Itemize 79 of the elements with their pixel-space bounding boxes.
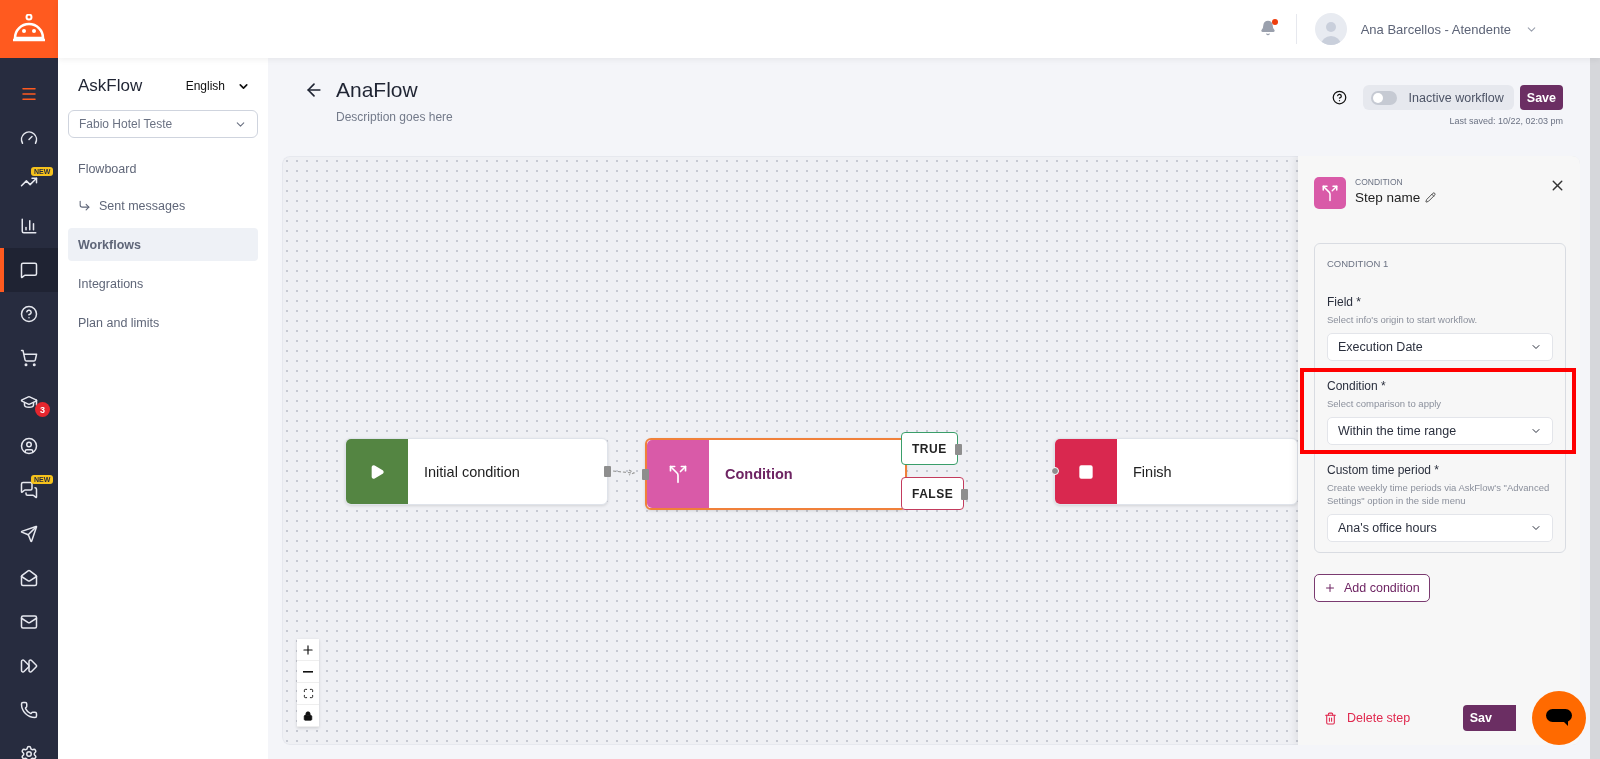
- minus-icon: [303, 670, 313, 673]
- property-select[interactable]: Fabio Hotel Teste: [68, 110, 258, 138]
- input-port[interactable]: [642, 469, 649, 480]
- trash-icon: [1324, 711, 1337, 725]
- lock-icon: [303, 710, 313, 721]
- select-field[interactable]: Ana's office hours: [1327, 514, 1553, 542]
- fit-view-button[interactable]: [297, 683, 319, 705]
- chats-icon: [20, 481, 38, 499]
- fit-view-icon: [302, 688, 314, 699]
- plus-icon: [1324, 582, 1336, 594]
- fast-forward-icon: [20, 657, 38, 675]
- bot-logo-icon: [12, 14, 46, 44]
- field-hint: Select comparison to apply: [1327, 397, 1443, 410]
- play-icon: [369, 463, 385, 480]
- rail-item[interactable]: 3: [0, 380, 58, 424]
- cart-icon: [20, 349, 38, 367]
- field-label: Condition *: [1327, 379, 1387, 393]
- menu-icon: [20, 85, 38, 103]
- flow-node[interactable]: Initial condition: [345, 438, 608, 505]
- step-type: CONDITION: [1355, 177, 1404, 187]
- nav-item[interactable]: Integrations: [68, 267, 258, 300]
- scrollbar[interactable]: [1590, 58, 1600, 759]
- step-name: Step name: [1355, 190, 1421, 205]
- page-description: Description goes here: [336, 110, 453, 124]
- nav-item[interactable]: Plan and limits: [68, 306, 258, 339]
- graduation-cap-icon: [20, 393, 38, 411]
- field-label: Field *: [1327, 295, 1362, 309]
- output-port[interactable]: [961, 489, 969, 500]
- phone-icon: [20, 701, 38, 719]
- last-saved: Last saved: 10/22, 02:03 pm: [1449, 116, 1563, 126]
- help-icon: [20, 305, 38, 323]
- add-condition-button[interactable]: Add condition: [1314, 574, 1430, 602]
- settings-icon: [20, 745, 38, 759]
- field-hint: Create weekly time periods via AskFlow's "Advanced Settings" option in the side menu: [1327, 481, 1551, 507]
- branch-label: FALSE: [912, 486, 954, 501]
- condition-title: CONDITION 1: [1327, 258, 1390, 269]
- flow-node[interactable]: Condition: [645, 438, 907, 510]
- input-port[interactable]: [1051, 467, 1059, 475]
- logo[interactable]: [0, 0, 58, 58]
- workflow-toggle[interactable]: Inactive workflow: [1362, 85, 1514, 110]
- zoom-out-button[interactable]: [297, 661, 319, 683]
- branch-output[interactable]: FALSE: [901, 477, 965, 510]
- edit-icon[interactable]: [1425, 192, 1437, 203]
- language-select[interactable]: English: [185, 79, 250, 93]
- bell-icon[interactable]: [1259, 20, 1276, 36]
- lock-button[interactable]: [297, 705, 319, 727]
- send-icon: [20, 525, 38, 543]
- zoom-in-button[interactable]: [297, 639, 319, 661]
- chat-icon: [20, 261, 38, 279]
- branch-label: TRUE: [912, 441, 947, 456]
- open-envelope-icon: [20, 569, 38, 587]
- user-icon: [20, 437, 38, 455]
- delete-step-button[interactable]: Delete step: [1314, 711, 1411, 725]
- sub-item-arrow-icon: [78, 199, 91, 212]
- nav-item[interactable]: Flowboard: [68, 152, 258, 185]
- split-icon: [1314, 177, 1346, 209]
- plus-icon: [301, 642, 315, 657]
- envelope-icon: [20, 613, 38, 631]
- page-title: AnaFlow: [336, 78, 418, 102]
- app-name: AskFlow: [78, 76, 143, 96]
- flow-node[interactable]: Finish: [1054, 438, 1298, 505]
- rail-item[interactable]: [0, 248, 58, 292]
- select-field[interactable]: Within the time range: [1327, 417, 1553, 445]
- save-button[interactable]: Sav: [1462, 705, 1516, 731]
- gauge-icon: [20, 129, 38, 147]
- save-button[interactable]: Save: [1519, 85, 1563, 110]
- user-name[interactable]: Ana Barcellos - Atendente: [1360, 21, 1511, 37]
- bar-chart-icon: [20, 217, 38, 235]
- stop-icon: [1078, 463, 1094, 480]
- field-label: Custom time period *: [1327, 463, 1441, 477]
- dashed-arrow: [613, 468, 637, 476]
- nav-item[interactable]: Sent messages: [68, 189, 258, 222]
- count-badge: 3: [35, 402, 50, 417]
- select-field[interactable]: Execution Date: [1327, 333, 1553, 361]
- field-hint: Select info's origin to start workflow.: [1327, 313, 1479, 326]
- nav-item[interactable]: Workflows: [68, 228, 258, 261]
- output-port[interactable]: [954, 444, 962, 455]
- split-icon: [668, 464, 688, 484]
- help-icon[interactable]: [1331, 90, 1347, 105]
